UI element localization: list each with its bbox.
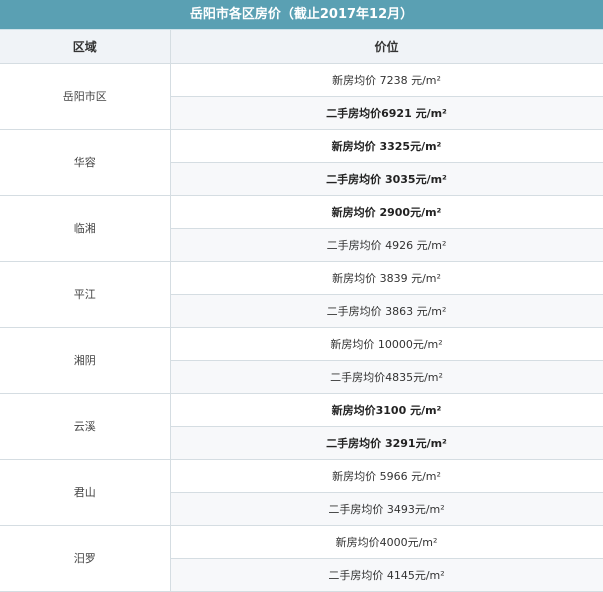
new-house-price-cell: 新房均价 7238 元/m² xyxy=(169,62,603,97)
second-hand-price-cell: 二手房均价 4926 元/m² xyxy=(170,227,603,262)
region-cell: 君山 xyxy=(0,458,171,526)
price-table-container: 岳阳市各区房价（截止2017年12月） 区域 价位 岳阳市区 新房均价 7238 … xyxy=(0,0,603,592)
table-row: 华容 新房均价 3325元/m² xyxy=(0,128,603,196)
table-row: 汨罗 新房均价4000元/m² xyxy=(0,524,603,592)
table-title: 岳阳市各区房价（截止2017年12月） xyxy=(0,0,603,30)
region-cell: 平江 xyxy=(0,260,171,328)
new-house-price-cell: 新房均价4000元/m² xyxy=(169,524,603,559)
table-row: 湘阴 新房均价 10000元/m² xyxy=(0,326,603,394)
new-house-price-cell: 新房均价 5966 元/m² xyxy=(169,458,603,493)
region-cell: 云溪 xyxy=(0,392,171,460)
new-house-price-cell: 新房均价 2900元/m² xyxy=(169,194,603,229)
second-hand-price-cell: 二手房均价 3493元/m² xyxy=(170,491,603,526)
region-cell: 湘阴 xyxy=(0,326,171,394)
table-header-row: 区域 价位 xyxy=(0,30,603,64)
table-row: 临湘 新房均价 2900元/m² xyxy=(0,194,603,262)
second-hand-price-cell: 二手房均价4835元/m² xyxy=(170,359,603,394)
region-cell: 岳阳市区 xyxy=(0,62,171,130)
second-hand-price-cell: 二手房均价 3291元/m² xyxy=(170,425,603,460)
header-region: 区域 xyxy=(0,30,171,64)
region-cell: 汨罗 xyxy=(0,524,171,592)
new-house-price-cell: 新房均价 10000元/m² xyxy=(169,326,603,361)
table-row: 君山 新房均价 5966 元/m² xyxy=(0,458,603,526)
region-cell: 华容 xyxy=(0,128,171,196)
new-house-price-cell: 新房均价3100 元/m² xyxy=(169,392,603,427)
new-house-price-cell: 新房均价 3839 元/m² xyxy=(169,260,603,295)
new-house-price-cell: 新房均价 3325元/m² xyxy=(169,128,603,163)
table-row: 岳阳市区 新房均价 7238 元/m² xyxy=(0,62,603,130)
region-cell: 临湘 xyxy=(0,194,171,262)
table-row: 平江 新房均价 3839 元/m² xyxy=(0,260,603,328)
second-hand-price-cell: 二手房均价 3863 元/m² xyxy=(170,293,603,328)
housing-price-table: 区域 价位 岳阳市区 新房均价 7238 元/m² 二手房均价6921 元/m² 华容… xyxy=(0,30,603,592)
second-hand-price-cell: 二手房均价6921 元/m² xyxy=(170,95,603,130)
second-hand-price-cell: 二手房均价 4145元/m² xyxy=(170,557,603,592)
table-body: 岳阳市区 新房均价 7238 元/m² 二手房均价6921 元/m² 华容 新房均价 3… xyxy=(0,62,603,592)
table-row: 云溪 新房均价3100 元/m² xyxy=(0,392,603,460)
second-hand-price-cell: 二手房均价 3035元/m² xyxy=(170,161,603,196)
header-price: 价位 xyxy=(169,30,603,64)
